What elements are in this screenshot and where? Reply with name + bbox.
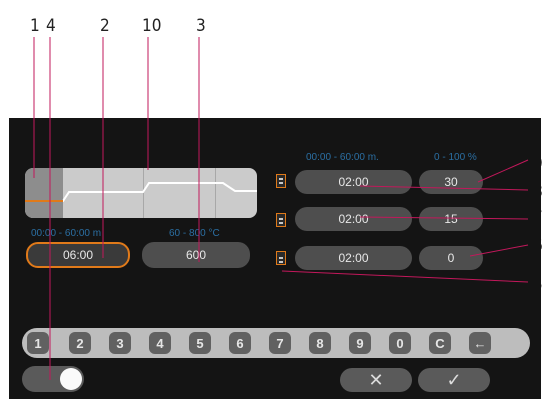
callout-lines (33, 37, 529, 380)
